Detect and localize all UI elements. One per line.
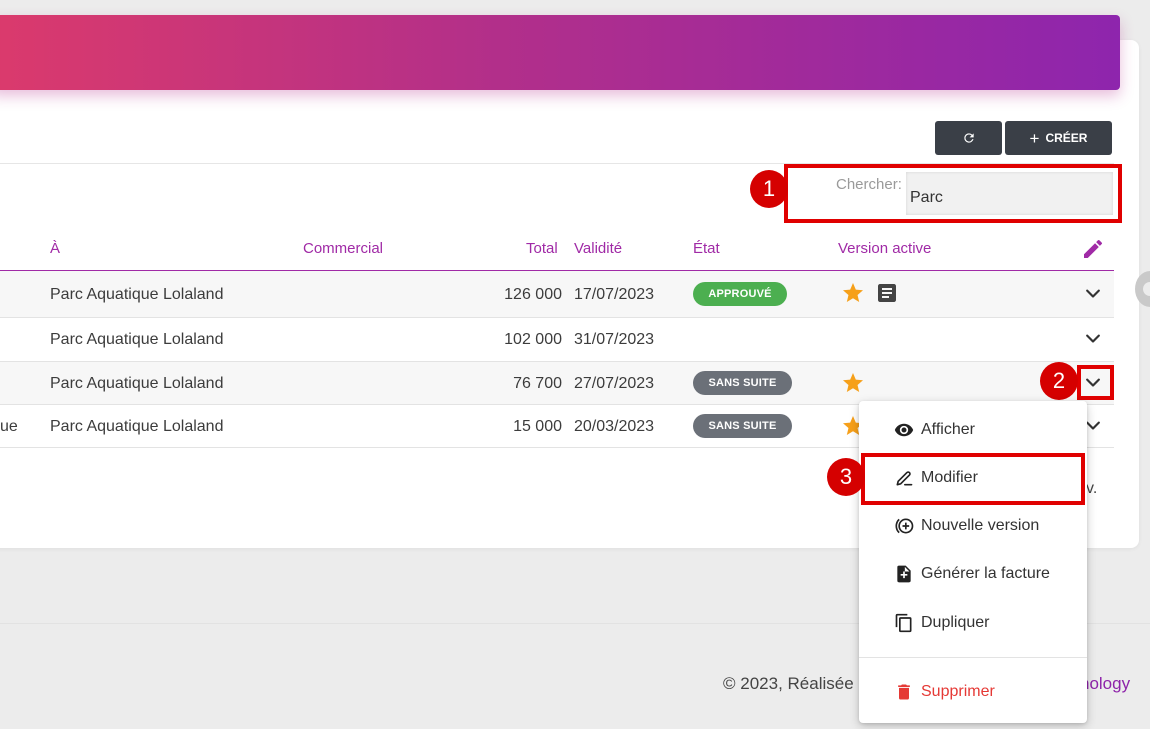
- menu-item-label: Générer la facture: [921, 565, 1050, 582]
- annotation-box-chevron: [1077, 365, 1114, 400]
- star-icon[interactable]: [840, 370, 866, 396]
- menu-item-label: Afficher: [921, 421, 975, 438]
- cell-total: 15 000: [513, 418, 562, 435]
- copy-icon: [894, 613, 918, 633]
- cell-total: 76 700: [513, 375, 562, 392]
- pagination-fragment[interactable]: v.: [1086, 480, 1097, 498]
- column-header-salesperson[interactable]: Commercial: [303, 240, 383, 257]
- add-circle-icon: [894, 516, 918, 536]
- cell-validity: 20/03/2023: [574, 418, 655, 435]
- table-row[interactable]: Parc Aquatique Lolaland 126 000 17/07/20…: [0, 271, 1114, 318]
- column-header-validity[interactable]: Validité: [574, 240, 622, 257]
- eye-icon: [894, 420, 918, 440]
- file-plus-icon: [894, 564, 918, 584]
- row-actions-menu: Afficher Modifier Nouvelle version Génér…: [859, 401, 1087, 723]
- table-row[interactable]: Parc Aquatique Lolaland 76 700 27/07/202…: [0, 362, 1114, 405]
- document-icon[interactable]: [874, 280, 900, 306]
- table-row[interactable]: Parc Aquatique Lolaland 102 000 31/07/20…: [0, 318, 1114, 362]
- menu-item-duplicate[interactable]: Dupliquer: [859, 605, 1087, 641]
- star-icon[interactable]: [840, 280, 866, 306]
- menu-item-label: Supprimer: [921, 683, 995, 700]
- footer-copyright: © 2023, Réalisée: [723, 674, 854, 693]
- refresh-button[interactable]: [935, 121, 1002, 155]
- annotation-box-edit: [861, 453, 1085, 505]
- cell-client: Parc Aquatique Lolaland: [50, 331, 224, 348]
- menu-item-new-version[interactable]: Nouvelle version: [859, 508, 1087, 544]
- cell-fragment: ue: [0, 418, 18, 435]
- annotation-box-search: [784, 164, 1122, 223]
- pencil-icon[interactable]: [1080, 236, 1106, 262]
- annotation-marker-1: 1: [750, 170, 788, 208]
- cell-client: Parc Aquatique Lolaland: [50, 418, 224, 435]
- menu-item-generate-invoice[interactable]: Générer la facture: [859, 556, 1087, 592]
- status-badge: SANS SUITE: [693, 371, 792, 395]
- cell-client: Parc Aquatique Lolaland: [50, 286, 224, 303]
- column-header-total[interactable]: Total: [526, 240, 558, 257]
- status-badge: SANS SUITE: [693, 414, 792, 438]
- annotation-marker-3: 3: [827, 458, 865, 496]
- menu-divider: [859, 657, 1087, 658]
- status-badge: APPROUVÉ: [693, 282, 787, 306]
- cell-validity: 17/07/2023: [574, 286, 655, 303]
- cell-total: 126 000: [504, 286, 562, 303]
- menu-item-delete[interactable]: Supprimer: [859, 674, 1087, 710]
- menu-item-label: Nouvelle version: [921, 517, 1040, 534]
- column-header-to[interactable]: À: [50, 240, 60, 257]
- create-label: CRÉER: [1045, 131, 1088, 145]
- chevron-down-icon[interactable]: [1081, 327, 1105, 351]
- trash-icon: [894, 682, 918, 702]
- menu-item-view[interactable]: Afficher: [859, 412, 1087, 448]
- header-banner: [0, 15, 1120, 90]
- plus-icon: +: [1029, 128, 1040, 148]
- cell-client: Parc Aquatique Lolaland: [50, 375, 224, 392]
- cell-total: 102 000: [504, 331, 562, 348]
- footer-link[interactable]: nology: [1080, 674, 1130, 694]
- create-button[interactable]: + CRÉER: [1005, 121, 1112, 155]
- column-header-active-version[interactable]: Version active: [838, 240, 931, 257]
- refresh-icon: [963, 133, 974, 143]
- menu-item-label: Dupliquer: [921, 614, 990, 631]
- chevron-down-icon[interactable]: [1081, 282, 1105, 306]
- column-header-status[interactable]: État: [693, 240, 720, 257]
- cell-validity: 31/07/2023: [574, 331, 655, 348]
- annotation-marker-2: 2: [1040, 362, 1078, 400]
- cell-validity: 27/07/2023: [574, 375, 655, 392]
